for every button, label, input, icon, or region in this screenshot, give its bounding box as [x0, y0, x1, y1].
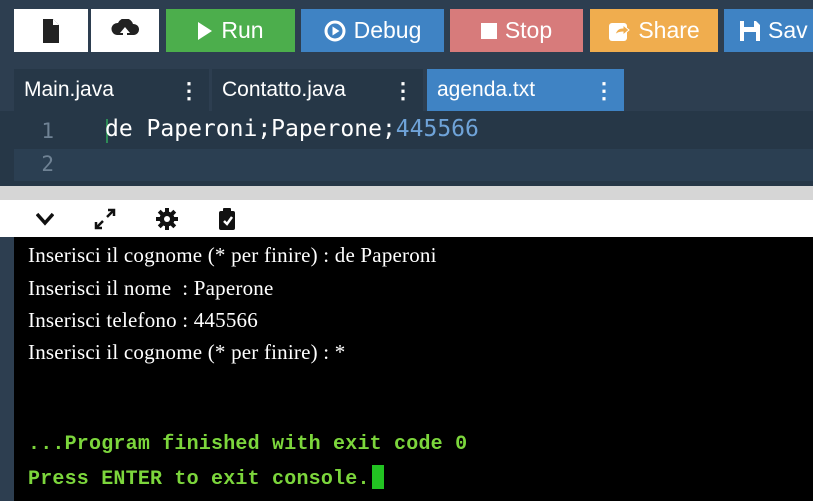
expand-icon[interactable] — [92, 206, 118, 232]
editor-line: 1 de Paperoni;Paperone;445566 — [14, 115, 813, 147]
file-icon — [43, 18, 59, 43]
code-editor[interactable]: 1 de Paperoni;Paperone;445566 2 — [14, 111, 813, 186]
clipboard-icon[interactable] — [214, 206, 240, 232]
debug-label: Debug — [353, 17, 422, 43]
tab-label: agenda.txt — [437, 78, 536, 101]
share-label: Share — [638, 17, 700, 43]
console-line: Inserisci telefono : 445566 — [28, 308, 258, 332]
upload-button[interactable] — [91, 9, 159, 52]
stop-icon — [480, 22, 497, 39]
cloud-upload-icon — [111, 18, 140, 41]
tab-label: Main.java — [24, 78, 114, 101]
tab-main-java[interactable]: Main.java ⋮ — [14, 69, 209, 111]
chevron-down-icon[interactable] — [32, 206, 58, 232]
exit-message: ...Program finished with exit code 0 — [28, 433, 468, 456]
console-output[interactable]: Inserisci il cognome (* per finire) : de… — [0, 237, 813, 501]
save-button[interactable]: Sav — [724, 9, 813, 52]
debug-button[interactable]: Debug — [301, 9, 444, 52]
save-label: Sav — [768, 17, 808, 43]
save-icon — [740, 20, 760, 41]
file-tabs: Main.java ⋮ Contatto.java ⋮ agenda.txt ⋮ — [0, 60, 813, 111]
share-icon — [608, 20, 631, 42]
kebab-menu-icon[interactable]: ⋮ — [593, 78, 615, 104]
line-number: 1 — [41, 119, 54, 143]
tab-contatto-java[interactable]: Contatto.java ⋮ — [212, 69, 423, 111]
editor-line: 2 — [14, 149, 813, 181]
new-file-button[interactable] — [14, 9, 88, 52]
press-enter-text: Press ENTER to exit console. — [28, 468, 370, 491]
run-label: Run — [221, 17, 264, 43]
share-button[interactable]: Share — [590, 9, 718, 52]
kebab-menu-icon[interactable]: ⋮ — [392, 78, 414, 104]
toolbar: Run Debug Stop Share Sav — [0, 0, 813, 60]
console-line: Inserisci il cognome (* per finire) : de… — [28, 243, 437, 267]
tab-label: Contatto.java — [222, 78, 346, 101]
kebab-menu-icon[interactable]: ⋮ — [178, 78, 200, 104]
console-line: Inserisci il nome : Paperone — [28, 276, 274, 300]
terminal-cursor — [371, 465, 384, 489]
console-line: Inserisci il cognome (* per finire) : * — [28, 340, 346, 364]
play-icon — [197, 21, 213, 41]
code-text: de Paperoni;Paperone;445566 — [105, 116, 479, 142]
gear-icon[interactable] — [154, 206, 180, 232]
console-toolbar — [0, 200, 813, 237]
tab-agenda-txt[interactable]: agenda.txt ⋮ — [427, 69, 624, 111]
line-number: 2 — [41, 152, 54, 176]
debug-icon — [324, 20, 346, 42]
pane-divider[interactable] — [0, 186, 813, 200]
press-enter-line: Press ENTER to exit console. — [28, 465, 384, 491]
run-button[interactable]: Run — [166, 9, 295, 52]
stop-label: Stop — [504, 17, 553, 43]
stop-button[interactable]: Stop — [450, 9, 583, 52]
